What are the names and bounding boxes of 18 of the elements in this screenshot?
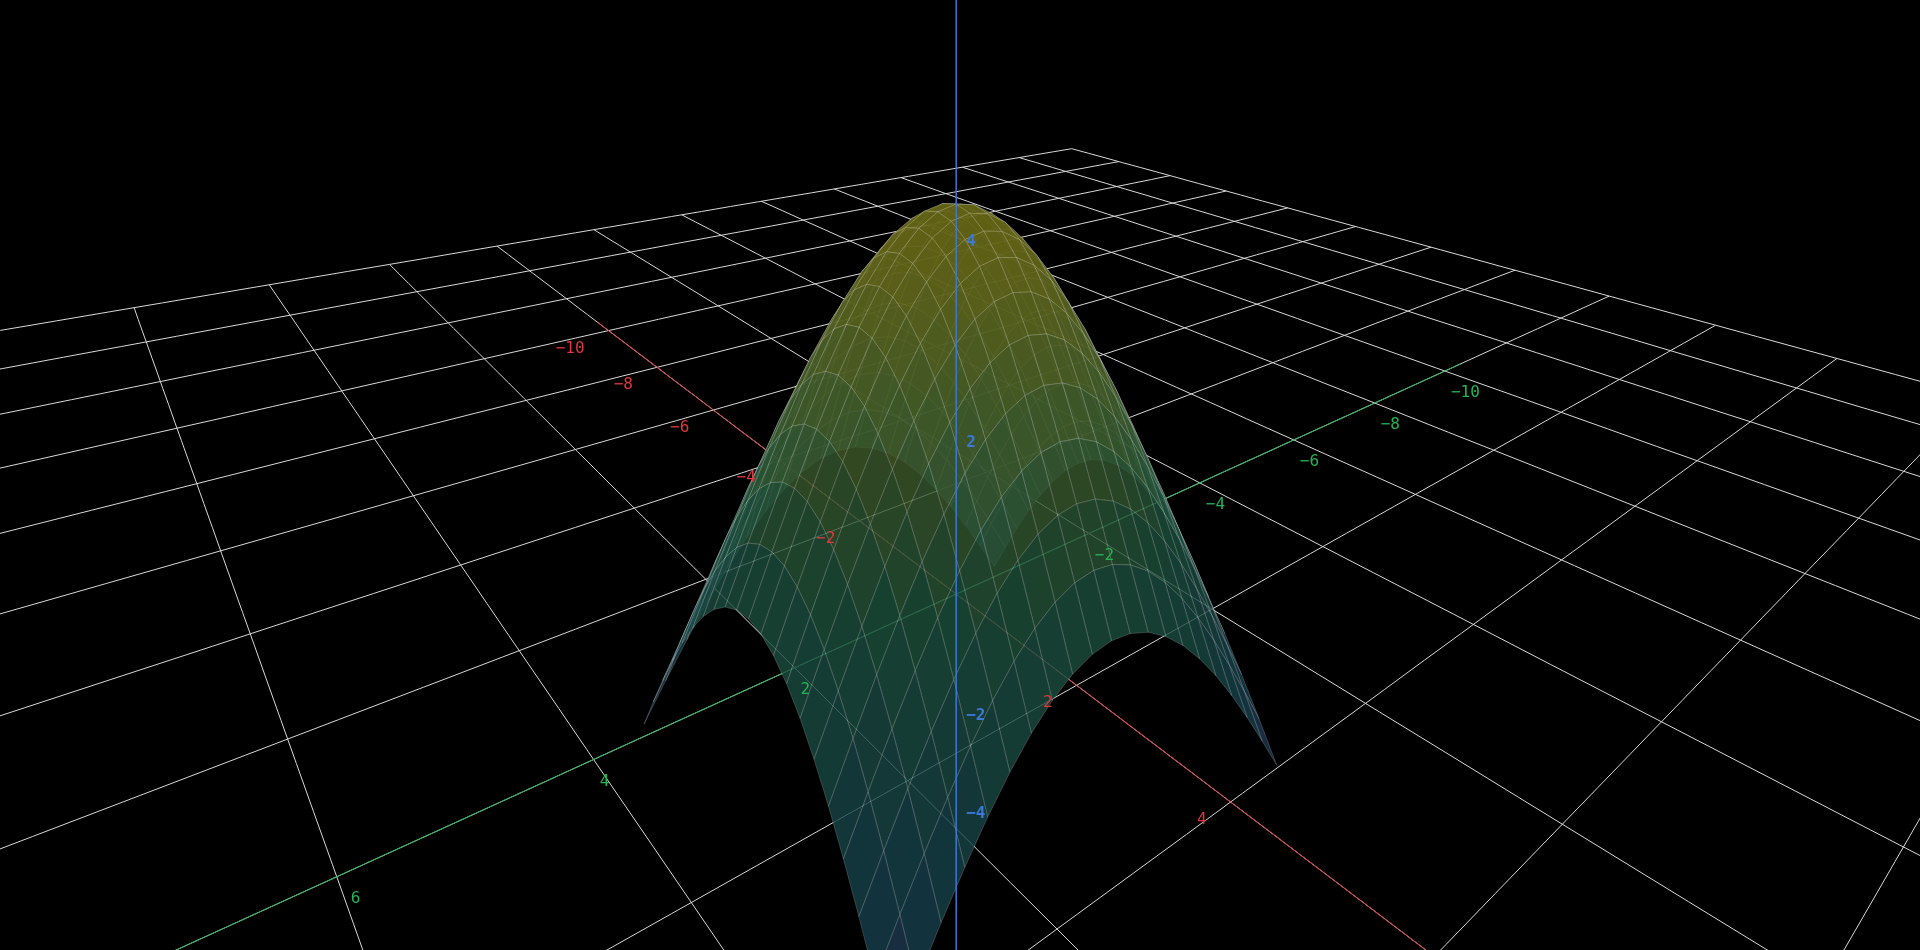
tick-label: 2: [800, 678, 811, 698]
tick-label: −4: [966, 802, 986, 822]
tick-label: 2: [966, 431, 976, 451]
tick-label: 2: [1043, 692, 1053, 712]
tick-label: 4: [966, 230, 976, 250]
tick-label: −4: [1205, 493, 1226, 513]
tick-label: −2: [1094, 544, 1115, 564]
tick-label: 6: [350, 887, 361, 907]
tick-label: −6: [670, 417, 690, 437]
tick-label: −2: [816, 527, 836, 547]
tick-label: 4: [599, 770, 610, 790]
tick-label: −10: [555, 337, 585, 357]
tick-label: −8: [1380, 414, 1400, 434]
tick-label: −10: [1450, 382, 1480, 401]
tick-label: −6: [1299, 450, 1320, 470]
tick-label: −2: [966, 705, 986, 725]
tick-label: 4: [1196, 809, 1207, 829]
tick-label: −8: [613, 374, 633, 394]
